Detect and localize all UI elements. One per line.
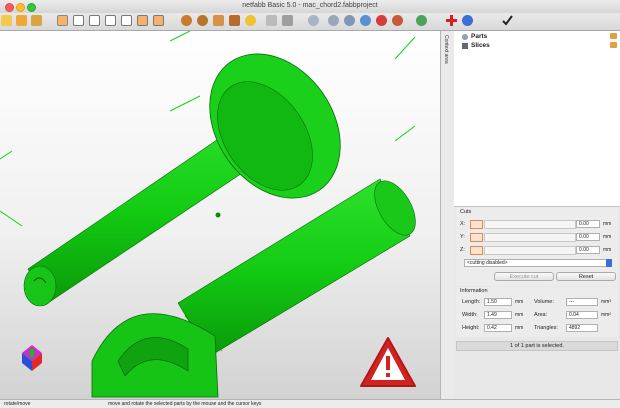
- wireframe-icon[interactable]: [213, 15, 224, 26]
- execute-cut-button[interactable]: Execute cut: [494, 272, 554, 281]
- triangles-field: 4892: [566, 324, 598, 332]
- selection-status: 1 of 1 part is selected.: [456, 341, 618, 351]
- y-cut-toggle[interactable]: [470, 233, 483, 242]
- view-front-icon[interactable]: [57, 15, 68, 26]
- right-panel: Parts Slices Cuts X: 0.00 mm Y: 0.00 mm …: [454, 31, 620, 399]
- shading-icon[interactable]: [181, 15, 192, 26]
- pivot-marker[interactable]: [215, 212, 221, 218]
- zoom-icon[interactable]: [245, 15, 256, 26]
- axis-gizmo-icon: [22, 345, 42, 371]
- height-label: Height:: [462, 325, 480, 331]
- dropdown-chevron-icon[interactable]: [606, 259, 612, 267]
- project-tree[interactable]: Parts Slices: [454, 31, 620, 207]
- information-panel: Information Length: 1.50 mm Volume: --- …: [456, 287, 618, 337]
- tree-item-slices[interactable]: Slices: [462, 41, 490, 50]
- window-title: netfabb Basic 5.0 - mac_chord2.fabbproje…: [242, 2, 378, 9]
- length-unit: mm: [515, 299, 524, 305]
- area-field: 0.04: [566, 311, 598, 319]
- red-ball-icon[interactable]: [376, 15, 387, 26]
- texture-icon[interactable]: [197, 15, 208, 26]
- tree-item-parts-label: Parts: [471, 33, 488, 40]
- area-label: Area:: [534, 312, 548, 318]
- orbit-icon[interactable]: [328, 15, 339, 26]
- tree-item-parts[interactable]: Parts: [462, 32, 487, 41]
- x-cut-toggle[interactable]: [470, 220, 483, 229]
- 3d-viewport[interactable]: [0, 31, 440, 399]
- view-back-icon[interactable]: [73, 15, 84, 26]
- width-unit: mm: [515, 312, 524, 318]
- viewport-canvas[interactable]: [0, 31, 440, 399]
- x-value-field[interactable]: 0.00: [576, 220, 600, 228]
- z-value-field[interactable]: 0.00: [576, 246, 600, 254]
- y-cut-slider[interactable]: [484, 233, 576, 242]
- cutting-dropdown[interactable]: <cutting disabled>: [464, 259, 612, 267]
- slices-action-icon[interactable]: [610, 42, 617, 48]
- volume-unit: mm³: [601, 299, 611, 305]
- warning-icon[interactable]: [360, 337, 416, 387]
- z-cut-toggle[interactable]: [470, 246, 483, 255]
- checkmark-icon[interactable]: [502, 15, 513, 26]
- z-unit: mm: [603, 247, 612, 253]
- settings-icon[interactable]: [392, 15, 403, 26]
- globe-icon[interactable]: [360, 15, 371, 26]
- view-iso-icon[interactable]: [153, 15, 164, 26]
- volume-field: ---: [566, 298, 598, 306]
- length-label: Length:: [462, 299, 481, 305]
- view-left-icon[interactable]: [89, 15, 100, 26]
- z-cut-slider[interactable]: [484, 246, 576, 255]
- y-value-field[interactable]: 0.00: [576, 233, 600, 241]
- volume-label: Volume:: [534, 299, 554, 305]
- add-part-icon[interactable]: [16, 15, 27, 26]
- context-area-tab[interactable]: Context area: [440, 31, 455, 399]
- context-area-label: Context area: [443, 35, 449, 64]
- cuts-title: Cuts: [460, 209, 472, 215]
- triangles-label: Triangles:: [534, 325, 558, 331]
- view-bottom-icon[interactable]: [137, 15, 148, 26]
- reset-button[interactable]: Reset: [556, 272, 616, 281]
- view-right-icon[interactable]: [105, 15, 116, 26]
- length-field: 1.50: [484, 298, 512, 306]
- status-mode: rotate/move: [4, 401, 31, 407]
- measure-icon[interactable]: [308, 15, 319, 26]
- select-arrow-icon[interactable]: [266, 15, 277, 26]
- repair-icon[interactable]: [31, 15, 42, 26]
- z-label: Z:: [460, 247, 465, 253]
- x-label: X:: [460, 221, 466, 227]
- export-icon[interactable]: [416, 15, 427, 26]
- move-icon[interactable]: [282, 15, 293, 26]
- main-toolbar: [0, 13, 620, 31]
- x-unit: mm: [603, 221, 612, 227]
- width-field: 1.49: [484, 311, 512, 319]
- color-icon[interactable]: [229, 15, 240, 26]
- y-unit: mm: [603, 234, 612, 240]
- information-title: Information: [460, 288, 488, 294]
- title-bar: netfabb Basic 5.0 - mac_chord2.fabbproje…: [0, 0, 620, 14]
- cuts-panel: Cuts X: 0.00 mm Y: 0.00 mm Z: 0.00 mm <c…: [456, 208, 618, 286]
- width-label: Width:: [462, 312, 478, 318]
- y-label: Y:: [460, 234, 465, 240]
- parts-action-icon[interactable]: [610, 33, 617, 39]
- height-unit: mm: [515, 325, 524, 331]
- add-red-cross-icon[interactable]: [446, 15, 457, 26]
- height-field: 0.42: [484, 324, 512, 332]
- slices-icon: [462, 42, 468, 49]
- tree-item-slices-label: Slices: [471, 42, 490, 49]
- section-icon[interactable]: [344, 15, 355, 26]
- view-top-icon[interactable]: [121, 15, 132, 26]
- status-hint: move and rotate the selected parts by th…: [108, 401, 262, 407]
- parts-icon: [462, 33, 468, 40]
- x-cut-slider[interactable]: [484, 220, 576, 229]
- open-project-icon[interactable]: [1, 15, 12, 26]
- area-unit: mm²: [601, 312, 611, 318]
- blue-tools-icon[interactable]: [462, 15, 473, 26]
